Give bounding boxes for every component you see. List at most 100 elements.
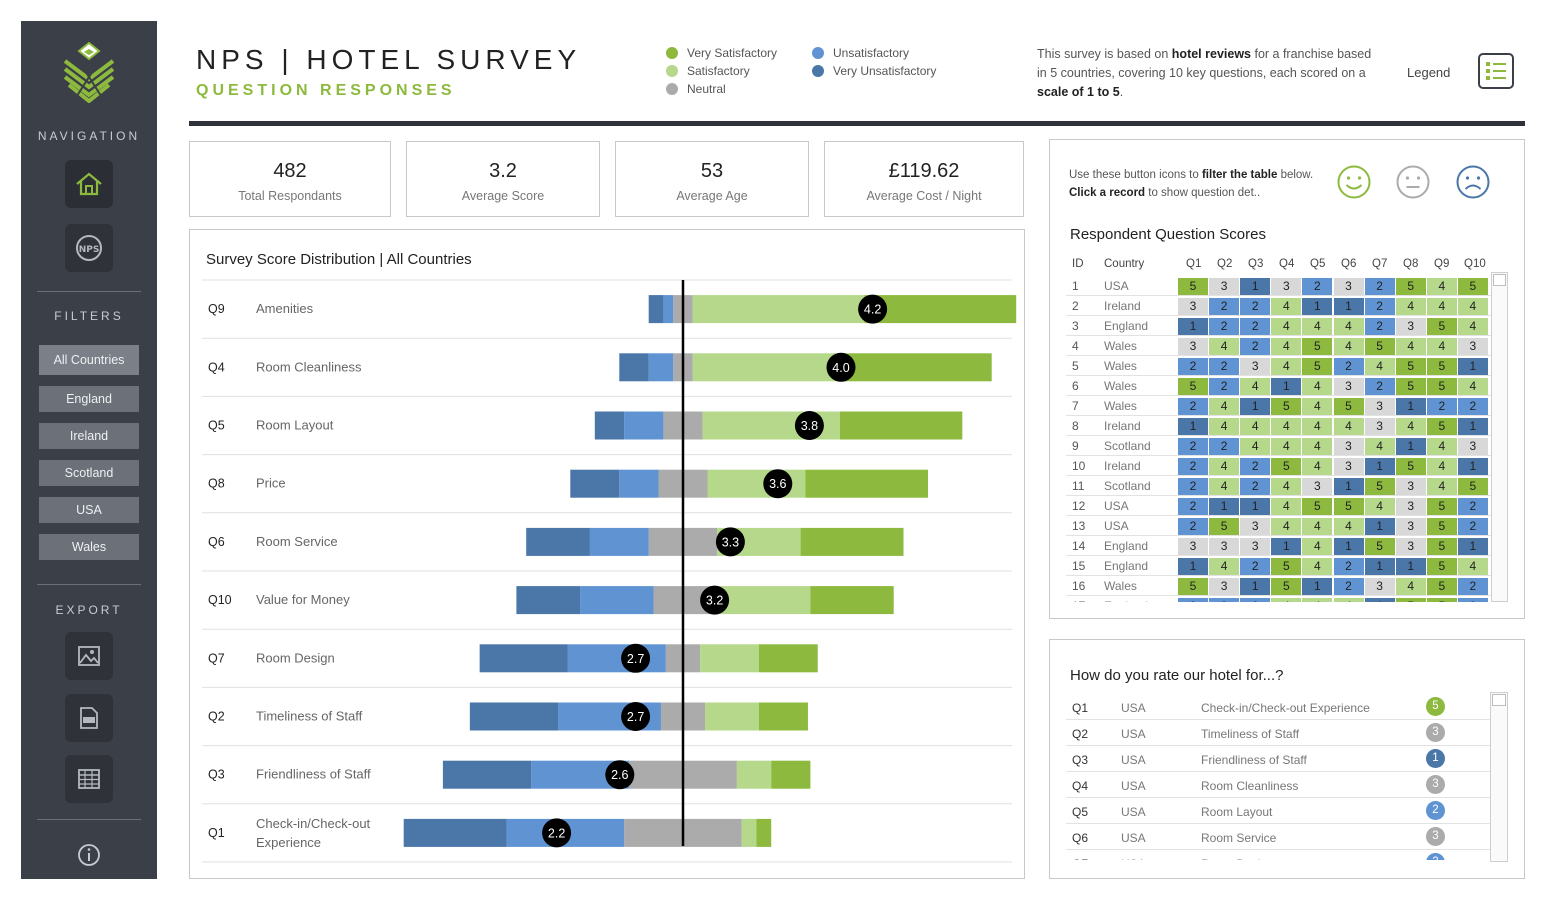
row-country: Wales xyxy=(1104,339,1137,353)
score-cell: 1 xyxy=(1178,558,1208,575)
bar-very-satisfactory xyxy=(810,586,894,615)
question-row[interactable]: Q3 USA Friendliness of Staff 1 xyxy=(1066,746,1491,772)
table-header-id[interactable]: ID xyxy=(1072,258,1084,270)
table-header-q10[interactable]: Q10 xyxy=(1464,258,1486,270)
export-table-button[interactable] xyxy=(65,755,113,803)
question-row[interactable]: Q1 USA Check-in/Check-out Experience 5 xyxy=(1066,694,1491,720)
bar-satisfactory xyxy=(700,644,759,673)
table-row[interactable]: 7 Wales 2 4 1 5 4 5 3 1 2 2 xyxy=(1066,396,1500,416)
row-id: 8 xyxy=(1072,419,1079,433)
table-scrollbar[interactable] xyxy=(1491,272,1508,602)
table-row[interactable]: 1 USA 5 3 1 3 2 3 2 5 4 5 xyxy=(1066,276,1500,296)
score-cell: 2 xyxy=(1178,598,1208,602)
score-cell: 4 xyxy=(1240,378,1271,395)
row-id: 9 xyxy=(1072,439,1079,453)
export-heading: EXPORT xyxy=(55,603,123,617)
filter-scotland[interactable]: Scotland xyxy=(39,460,139,486)
bar-satisfactory xyxy=(741,818,757,847)
filter-usa[interactable]: USA xyxy=(39,497,139,523)
row-id: 12 xyxy=(1072,499,1086,513)
table-row[interactable]: 12 USA 2 1 1 4 5 5 4 3 5 2 xyxy=(1066,496,1500,516)
question-row[interactable]: Q5 USA Room Layout 2 xyxy=(1066,798,1491,824)
question-row[interactable]: Q7 USA Room Design 2 xyxy=(1066,850,1491,860)
table-row[interactable]: 2 Ireland 3 2 2 4 1 1 2 4 4 4 xyxy=(1066,296,1500,316)
table-row[interactable]: 10 Ireland 2 4 2 5 4 3 1 5 4 1 xyxy=(1066,456,1500,476)
filter-england[interactable]: England xyxy=(39,386,139,412)
question-scrollbar[interactable] xyxy=(1490,692,1508,862)
score-cell: 1 xyxy=(1302,578,1333,595)
table-header-q8[interactable]: Q8 xyxy=(1403,258,1418,270)
filter-all-countries[interactable]: All Countries xyxy=(39,345,139,375)
score-cell: 1 xyxy=(1240,398,1271,415)
table-row[interactable]: 9 Scotland 2 2 4 4 4 3 4 1 4 3 xyxy=(1066,436,1500,456)
row-id: 17 xyxy=(1072,599,1085,602)
score-cell: 4 xyxy=(1271,338,1302,355)
nav-nps-button[interactable]: NPS xyxy=(65,224,113,272)
legend-button[interactable] xyxy=(1478,53,1514,89)
table-header-q3[interactable]: Q3 xyxy=(1248,258,1263,270)
table-scroll-thumb[interactable] xyxy=(1493,274,1506,286)
score-cell: 1 xyxy=(1271,378,1302,395)
table-header-q7[interactable]: Q7 xyxy=(1372,258,1387,270)
table-row[interactable]: 6 Wales 5 2 4 1 4 3 2 5 5 4 xyxy=(1066,376,1500,396)
score-cell: 5 xyxy=(1426,558,1457,575)
nav-home-button[interactable] xyxy=(65,160,113,208)
table-header-q1[interactable]: Q1 xyxy=(1186,258,1201,270)
score-cell: 2 xyxy=(1178,398,1208,415)
info-icon[interactable] xyxy=(77,843,101,867)
filter-wales[interactable]: Wales xyxy=(39,534,139,560)
table-row[interactable]: 11 Scotland 2 4 2 4 3 1 5 3 4 5 xyxy=(1066,476,1500,496)
respondent-table-body[interactable]: 1 USA 5 3 1 3 2 3 2 5 4 5 2 Ireland 3 2 2 4 1 1 2 4 4 4 3 England… xyxy=(1050,276,1510,602)
table-row[interactable]: 14 England 3 3 3 1 4 1 5 3 5 1 xyxy=(1066,536,1500,556)
question-scroll-thumb[interactable] xyxy=(1492,694,1506,706)
score-cell: 1 xyxy=(1364,558,1395,575)
score-cell: 3 xyxy=(1209,278,1240,295)
survey-description: This survey is based on hotel reviews fo… xyxy=(1037,47,1372,99)
question-row[interactable]: Q4 USA Room Cleanliness 3 xyxy=(1066,772,1491,798)
score-cell: 5 xyxy=(1178,378,1208,395)
export-pdf-button[interactable] xyxy=(65,694,113,742)
table-header-q6[interactable]: Q6 xyxy=(1341,258,1356,270)
score-cell: 3 xyxy=(1271,278,1302,295)
score-cell: 4 xyxy=(1395,418,1426,435)
table-row[interactable]: 3 England 1 2 2 4 4 4 2 3 5 4 xyxy=(1066,316,1500,336)
table-header-q5[interactable]: Q5 xyxy=(1310,258,1325,270)
bar-unsatisfactory xyxy=(567,644,666,673)
score-cell: 2 xyxy=(1209,378,1240,395)
export-image-button[interactable] xyxy=(65,632,113,680)
table-row[interactable]: 16 Wales 5 3 1 5 1 2 3 4 5 2 xyxy=(1066,576,1500,596)
score-cell: 2 xyxy=(1364,298,1395,315)
score-cell: 5 xyxy=(1271,458,1302,475)
filter-ireland[interactable]: Ireland xyxy=(39,423,139,449)
table-header-country[interactable]: Country xyxy=(1104,258,1144,270)
score-cell: 4 xyxy=(1395,338,1426,355)
score-cell: 5 xyxy=(1457,278,1488,295)
bar-very-satisfactory xyxy=(756,818,772,847)
table-row[interactable]: 8 Ireland 1 4 4 4 4 4 3 4 5 1 xyxy=(1066,416,1500,436)
neutral-face-icon[interactable] xyxy=(1395,164,1431,200)
score-cell: 5 xyxy=(1364,538,1395,555)
table-header-q9[interactable]: Q9 xyxy=(1434,258,1449,270)
kpi-average-score: 3.2 Average Score xyxy=(406,141,600,217)
question-row[interactable]: Q6 USA Room Service 3 xyxy=(1066,824,1491,850)
table-row[interactable]: 4 Wales 3 4 2 4 5 4 5 4 4 3 xyxy=(1066,336,1500,356)
score-cell: 4 xyxy=(1302,378,1333,395)
score-cell: 4 xyxy=(1426,298,1457,315)
score-cell: 3 xyxy=(1457,438,1488,455)
score-cell: 4 xyxy=(1271,318,1302,335)
table-header-q2[interactable]: Q2 xyxy=(1217,258,1232,270)
table-row[interactable]: 5 Wales 2 2 3 4 5 2 4 5 5 1 xyxy=(1066,356,1500,376)
sad-face-icon[interactable] xyxy=(1455,164,1491,200)
table-row[interactable]: 15 England 1 4 2 5 4 2 1 1 5 4 xyxy=(1066,556,1500,576)
table-row[interactable]: 17England2224441552 xyxy=(1066,596,1500,602)
question-row[interactable]: Q2 USA Timeliness of Staff 3 xyxy=(1066,720,1491,746)
table-header-q4[interactable]: Q4 xyxy=(1279,258,1294,270)
score-cell: 3 xyxy=(1209,538,1240,555)
row-country: England xyxy=(1104,539,1149,553)
table-row[interactable]: 13 USA 2 5 3 4 4 4 1 3 5 2 xyxy=(1066,516,1500,536)
question-country: USA xyxy=(1121,779,1146,793)
row-id: 11 xyxy=(1072,479,1085,493)
score-cell: 3 xyxy=(1395,518,1426,535)
happy-face-icon[interactable] xyxy=(1336,164,1372,200)
score-cell: 4 xyxy=(1209,558,1240,575)
